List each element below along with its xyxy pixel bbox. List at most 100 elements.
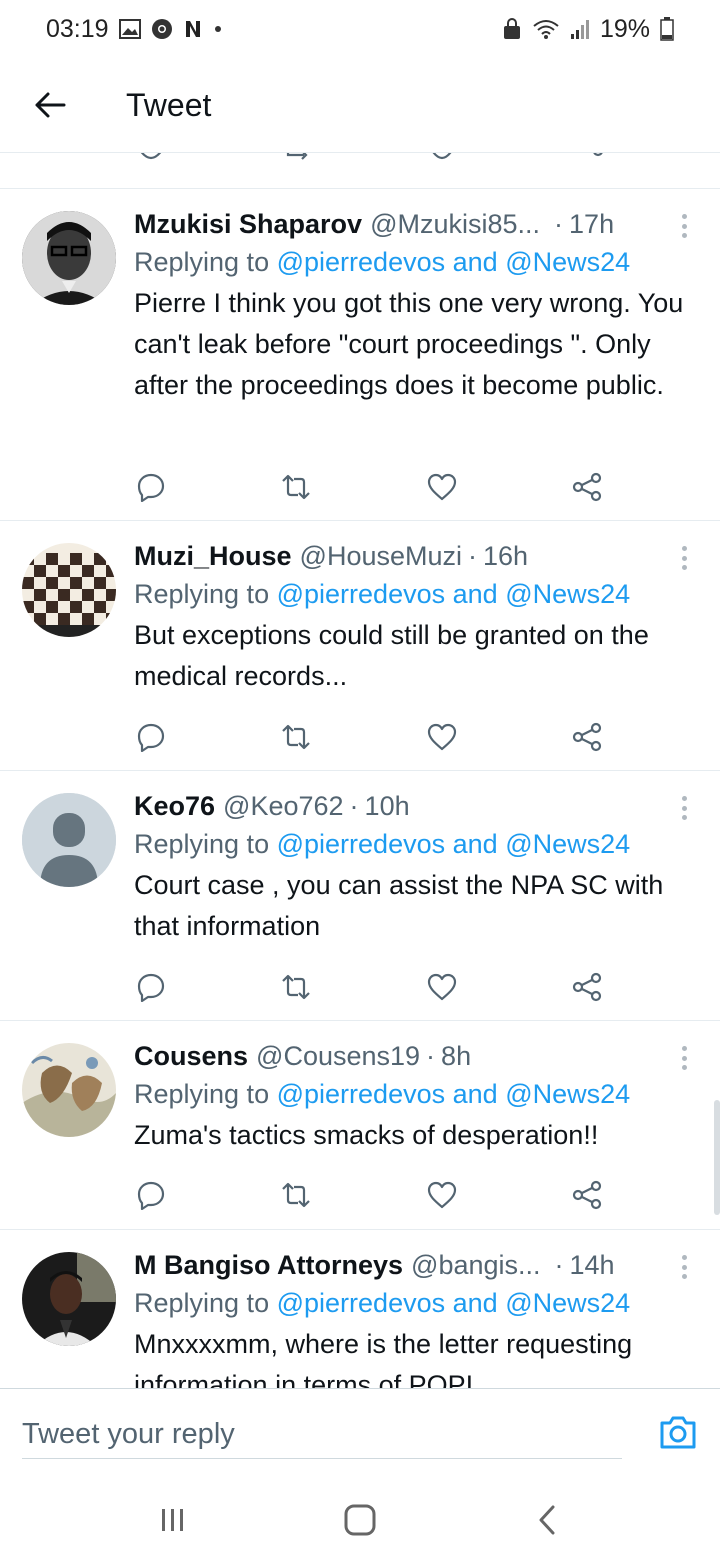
like-icon[interactable] <box>425 1178 459 1212</box>
mention-link[interactable]: @pierredevos <box>277 829 446 859</box>
reply-icon[interactable] <box>134 470 168 504</box>
gallery-icon <box>118 19 141 39</box>
reply-joiner: and <box>452 1288 498 1318</box>
avatar[interactable] <box>22 543 116 637</box>
like-icon[interactable] <box>425 470 459 504</box>
more-options-icon[interactable] <box>674 543 694 573</box>
replying-to: Replying to @pierredevos and @News24 <box>134 1075 690 1113</box>
user-name[interactable]: Keo76 <box>134 787 215 825</box>
tweet-text: Zuma's tactics smacks of desperation!! <box>134 1120 599 1150</box>
partial-tweet-actions: 2 <box>0 153 720 189</box>
share-icon[interactable] <box>572 153 606 167</box>
user-handle[interactable]: @HouseMuzi <box>300 537 462 575</box>
back-button[interactable] <box>20 75 80 135</box>
reply-prefix: Replying to <box>134 829 270 859</box>
tweet-text: Pierre I think you got this one very wro… <box>134 288 684 400</box>
meta-separator: · <box>349 791 359 821</box>
signal-icon <box>570 18 590 40</box>
mention-link[interactable]: @News24 <box>505 1288 630 1318</box>
user-name[interactable]: Mzukisi Shaparov <box>134 205 362 243</box>
dot-icon <box>213 24 223 34</box>
scrollbar[interactable] <box>714 1100 720 1215</box>
share-icon[interactable] <box>570 970 604 1004</box>
reply-icon[interactable] <box>134 970 168 1004</box>
retweet-icon[interactable] <box>279 970 313 1004</box>
avatar[interactable] <box>22 793 116 887</box>
user-handle[interactable]: @Mzukisi85... <box>370 205 540 243</box>
avatar[interactable] <box>22 211 116 305</box>
retweet-icon[interactable] <box>282 153 316 167</box>
meta-separator: · <box>554 1250 564 1280</box>
reply-prefix: Replying to <box>134 579 270 609</box>
meta-separator: · <box>554 209 564 239</box>
retweet-icon[interactable] <box>279 470 313 504</box>
home-icon[interactable] <box>330 1490 390 1550</box>
user-name[interactable]: Muzi_House <box>134 537 292 575</box>
tweet-item[interactable]: Mzukisi Shaparov @Mzukisi85... · 17h Rep… <box>0 189 720 521</box>
tweet-text: But exceptions could still be granted on… <box>134 620 649 691</box>
reply-icon[interactable] <box>134 720 168 754</box>
mention-link[interactable]: @News24 <box>505 579 630 609</box>
more-options-icon[interactable] <box>674 211 694 241</box>
reply-prefix: Replying to <box>134 1079 270 1109</box>
user-name[interactable]: M Bangiso Attorneys <box>134 1246 403 1284</box>
tweet-time: 14h <box>569 1250 615 1280</box>
avatar[interactable] <box>22 1043 116 1137</box>
retweet-icon[interactable] <box>279 720 313 754</box>
reply-prefix: Replying to <box>134 247 270 277</box>
replies-feed[interactable]: 2 Mzukisi Shaparov @Mzukisi85... · 17h R… <box>0 153 720 1388</box>
share-icon[interactable] <box>570 720 604 754</box>
replying-to: Replying to @pierredevos and @News24 <box>134 575 690 613</box>
mention-link[interactable]: @News24 <box>505 1079 630 1109</box>
tweet-actions <box>134 1175 604 1215</box>
back-icon[interactable] <box>517 1490 577 1550</box>
user-handle[interactable]: @bangis... <box>411 1246 540 1284</box>
more-options-icon[interactable] <box>674 793 694 823</box>
mention-link[interactable]: @pierredevos <box>277 247 446 277</box>
recents-icon[interactable] <box>143 1490 203 1550</box>
reply-prefix: Replying to <box>134 1288 270 1318</box>
camera-icon[interactable] <box>658 1413 698 1453</box>
wifi-icon <box>532 18 560 40</box>
tweet-actions <box>134 717 604 757</box>
system-nav-bar <box>0 1480 720 1560</box>
tweet-item[interactable]: Muzi_House @HouseMuzi · 16h Replying to … <box>0 521 720 771</box>
tweet-meta: Mzukisi Shaparov @Mzukisi85... · 17h <box>134 205 690 243</box>
more-options-icon[interactable] <box>674 1043 694 1073</box>
reply-icon[interactable] <box>134 1178 168 1212</box>
retweet-icon[interactable] <box>279 1178 313 1212</box>
like-count: 2 <box>468 153 482 158</box>
tweet-item[interactable]: Keo76 @Keo762 · 10h Replying to @pierred… <box>0 771 720 1021</box>
tweet-time: 8h <box>441 1041 472 1071</box>
share-icon[interactable] <box>570 1178 604 1212</box>
reply-joiner: and <box>452 247 498 277</box>
meta-separator: · <box>426 1041 436 1071</box>
mention-link[interactable]: @News24 <box>505 247 630 277</box>
reply-icon[interactable] <box>134 153 168 167</box>
user-handle[interactable]: @Cousens19 <box>256 1037 420 1075</box>
like-icon[interactable] <box>425 970 459 1004</box>
tweet-actions <box>134 467 604 507</box>
lock-icon <box>502 18 522 40</box>
tweet-actions <box>134 967 604 1007</box>
more-options-icon[interactable] <box>674 1252 694 1282</box>
like-icon[interactable] <box>425 720 459 754</box>
netflix-icon <box>183 19 203 39</box>
reply-joiner: and <box>452 579 498 609</box>
mention-link[interactable]: @News24 <box>505 829 630 859</box>
mention-link[interactable]: @pierredevos <box>277 1288 446 1318</box>
mention-link[interactable]: @pierredevos <box>277 1079 446 1109</box>
tweet-item[interactable]: M Bangiso Attorneys @bangis... · 14h Rep… <box>0 1230 720 1388</box>
mention-link[interactable]: @pierredevos <box>277 579 446 609</box>
user-name[interactable]: Cousens <box>134 1037 248 1075</box>
tweet-item[interactable]: Cousens @Cousens19 · 8h Replying to @pie… <box>0 1021 720 1230</box>
like-icon[interactable] <box>425 153 459 167</box>
tweet-meta: Muzi_House @HouseMuzi · 16h <box>134 537 690 575</box>
avatar[interactable] <box>22 1252 116 1346</box>
share-icon[interactable] <box>570 470 604 504</box>
status-bar: 03:19 19% <box>0 0 720 58</box>
reply-joiner: and <box>452 829 498 859</box>
user-handle[interactable]: @Keo762 <box>223 787 344 825</box>
tweet-time: 16h <box>483 541 529 571</box>
reply-input[interactable] <box>22 1411 622 1459</box>
